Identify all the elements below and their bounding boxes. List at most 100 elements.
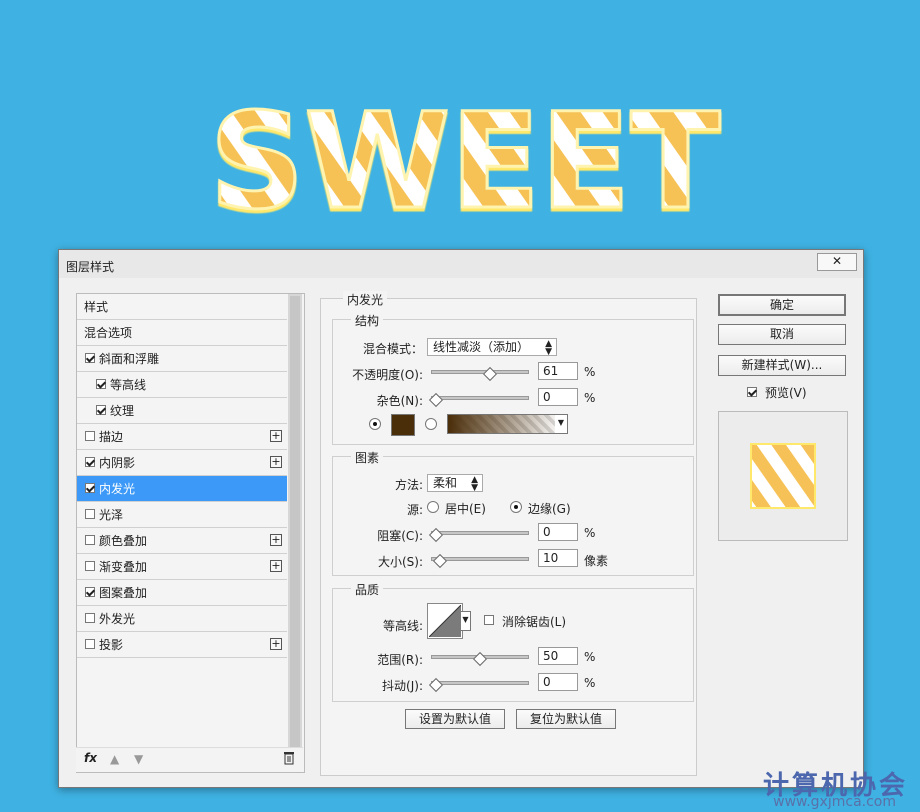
noise-slider[interactable] [428,392,529,408]
plus-icon[interactable]: + [270,456,282,468]
percent-unit: % [584,391,596,405]
style-item-label: 内发光 [99,482,136,496]
method-select[interactable]: 柔和 ▲ ▼ [427,474,483,493]
plus-icon[interactable]: + [270,638,282,650]
style-list-item[interactable]: 样式 [77,294,287,320]
percent-unit: % [584,650,596,664]
move-down-icon[interactable]: ▼ [134,752,148,766]
size-input[interactable]: 10 [538,549,578,567]
plus-icon[interactable]: + [270,430,282,442]
style-item-label: 描边 [99,430,124,444]
choke-label: 阻塞(C): [377,529,423,543]
plus-icon[interactable]: + [270,534,282,546]
style-checkbox[interactable] [96,405,106,415]
opacity-label: 不透明度(O): [352,368,423,382]
source-edge-radio[interactable] [510,501,522,513]
glow-color-swatch[interactable] [391,414,415,436]
structure-title: 结构 [351,312,384,329]
preview-thumbnail [718,411,848,541]
range-input[interactable]: 50 [538,647,578,665]
dialog-title: 图层样式 [66,260,115,274]
method-label: 方法: [394,478,423,492]
style-checkbox[interactable] [85,509,95,519]
anti-alias-label: 消除锯齿(L) [502,615,567,629]
slider-track [431,681,529,685]
style-list-item[interactable]: 纹理 [77,398,287,424]
contour-icon [429,605,461,637]
solid-color-radio[interactable] [369,418,381,430]
style-list-item[interactable]: 颜色叠加 + [77,528,287,554]
style-item-label: 投影 [99,638,124,652]
style-checkbox[interactable] [85,639,95,649]
style-checkbox[interactable] [85,613,95,623]
style-list-item[interactable]: 投影 + [77,632,287,658]
style-checkbox[interactable] [85,587,95,597]
jitter-label: 抖动(J): [382,679,423,693]
style-list-item[interactable]: 图案叠加 [77,580,287,606]
style-list-scrollbar[interactable] [288,294,302,772]
percent-unit: % [584,365,596,379]
size-slider[interactable] [431,553,529,569]
style-list-item[interactable]: 光泽 [77,502,287,528]
style-item-label: 内阴影 [99,456,136,470]
style-list-item[interactable]: 斜面和浮雕 [77,346,287,372]
noise-input[interactable]: 0 [538,388,578,406]
gradient-radio[interactable] [425,418,437,430]
new-style-button[interactable]: 新建样式(W)... [718,355,846,376]
chevron-down-icon[interactable]: ▼ [461,611,471,631]
size-label: 大小(S): [377,555,423,569]
select-arrows-icon: ▲ ▼ [471,475,478,493]
chevron-down-icon[interactable]: ▼ [555,414,568,434]
cancel-button[interactable]: 取消 [718,324,846,345]
opacity-input[interactable]: 61 [538,362,578,380]
style-list-item[interactable]: 外发光 [77,606,287,632]
trash-icon[interactable] [283,751,295,765]
style-checkbox[interactable] [85,431,95,441]
range-slider[interactable] [431,651,529,667]
style-list-item[interactable]: 内阴影 + [77,450,287,476]
jitter-input[interactable]: 0 [538,673,578,691]
ok-button[interactable]: 确定 [718,294,846,316]
source-center-label: 居中(E) [445,502,486,516]
plus-icon[interactable]: + [270,560,282,572]
close-button[interactable]: ✕ [817,253,857,271]
scrollbar-thumb[interactable] [290,296,300,756]
style-checkbox[interactable] [96,379,106,389]
style-list-item[interactable]: 渐变叠加 + [77,554,287,580]
method-value: 柔和 [433,476,458,490]
range-label: 范围(R): [377,653,423,667]
jitter-slider[interactable] [428,677,529,693]
style-checkbox[interactable] [85,457,95,467]
anti-alias-checkbox[interactable] [484,615,494,625]
preview-label: 预览(V) [765,386,807,400]
style-checkbox[interactable] [85,483,95,493]
style-list-item[interactable]: 混合选项 [77,320,287,346]
opacity-slider[interactable] [431,366,529,382]
blend-mode-select[interactable]: 线性减淡（添加） ▲ ▼ [427,338,557,357]
style-checkbox[interactable] [85,561,95,571]
style-list-item[interactable]: 内发光 [77,476,287,502]
source-label: 源: [406,503,423,517]
preview-checkbox[interactable] [747,387,757,397]
style-checkbox[interactable] [85,535,95,545]
source-center-radio[interactable] [427,501,439,513]
style-list-item[interactable]: 等高线 [77,372,287,398]
style-item-label: 纹理 [110,404,135,418]
choke-input[interactable]: 0 [538,523,578,541]
contour-picker[interactable] [427,603,463,639]
choke-slider[interactable] [428,527,529,543]
size-unit: 像素 [584,554,609,568]
style-checkbox[interactable] [85,353,95,363]
reset-default-button[interactable]: 复位为默认值 [516,709,616,729]
style-list-toolbar: fx ▲ ▼ [76,747,303,772]
move-up-icon[interactable]: ▲ [110,752,124,766]
gradient-picker[interactable] [447,414,557,434]
make-default-button[interactable]: 设置为默认值 [405,709,505,729]
style-item-label: 等高线 [110,378,147,392]
fx-icon[interactable]: fx [84,751,97,765]
percent-unit: % [584,676,596,690]
preview-swatch [750,443,816,509]
style-item-label: 样式 [84,300,109,314]
style-list-item[interactable]: 描边 + [77,424,287,450]
style-item-label: 渐变叠加 [99,560,148,574]
